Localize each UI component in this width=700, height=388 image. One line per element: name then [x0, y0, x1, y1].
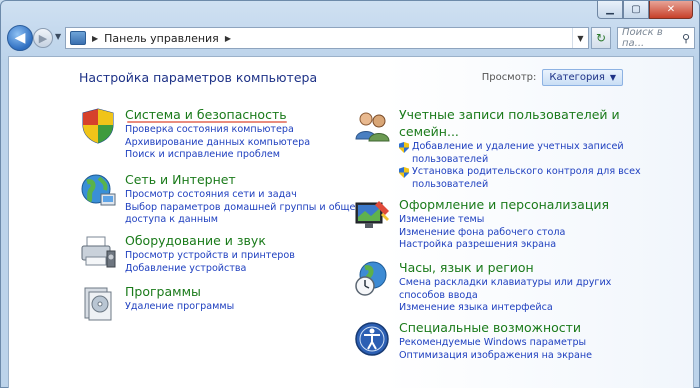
category-clock-language: Часы, язык и регион Смена раскладки клав…	[353, 260, 611, 315]
category-hardware-sound: Оборудование и звук Просмотр устройств и…	[79, 233, 295, 275]
shield-icon[interactable]	[79, 107, 117, 145]
link-parental-control-cont[interactable]: пользователей	[399, 179, 641, 192]
minimize-button[interactable]: ▁	[597, 1, 623, 19]
chevron-right-icon[interactable]: ▶	[225, 34, 231, 43]
category-title[interactable]: Оборудование и звук	[125, 233, 295, 249]
view-dropdown[interactable]: Категория ▼	[542, 69, 623, 86]
category-title-cont[interactable]: семейн...	[399, 124, 641, 140]
link-optimize-display[interactable]: Оптимизация изображения на экране	[399, 350, 592, 363]
link-check-status[interactable]: Проверка состояния компьютера	[125, 124, 310, 137]
chevron-right-icon[interactable]: ▶	[92, 34, 98, 43]
link-add-device[interactable]: Добавление устройства	[125, 263, 295, 276]
search-icon[interactable]: ⚲	[682, 32, 690, 45]
link-screen-resolution[interactable]: Настройка разрешения экрана	[399, 239, 609, 252]
category-title[interactable]: Учетные записи пользователей и	[399, 107, 641, 123]
category-title[interactable]: Специальные возможности	[399, 320, 592, 336]
search-input[interactable]: Поиск в па... ⚲	[617, 27, 695, 49]
uac-shield-icon	[399, 142, 409, 153]
link-add-remove-accounts[interactable]: Добавление и удаление учетных записей	[399, 141, 641, 154]
address-dropdown-button[interactable]: ▼	[572, 28, 588, 48]
link-change-background[interactable]: Изменение фона рабочего стола	[399, 227, 609, 240]
close-button[interactable]: ✕	[649, 1, 693, 19]
printer-icon[interactable]	[79, 233, 117, 271]
users-icon[interactable]	[353, 107, 391, 145]
category-user-accounts: Учетные записи пользователей и семейн...…	[353, 107, 641, 191]
maximize-button[interactable]: ▢	[623, 1, 649, 19]
accessibility-icon[interactable]	[353, 320, 391, 358]
link-backup[interactable]: Архивирование данных компьютера	[125, 137, 310, 150]
category-accessibility: Специальные возможности Рекомендуемые Wi…	[353, 320, 592, 362]
content-pane: Настройка параметров компьютера Просмотр…	[8, 56, 694, 388]
globe-network-icon[interactable]	[79, 172, 117, 210]
link-add-remove-accounts-cont[interactable]: пользователей	[399, 154, 641, 167]
link-troubleshoot[interactable]: Поиск и исправление проблем	[125, 149, 310, 162]
search-placeholder: Поиск в па...	[622, 27, 663, 49]
caption-buttons: ▁ ▢ ✕	[597, 1, 693, 19]
breadcrumb-control-panel[interactable]: Панель управления	[104, 32, 219, 45]
link-parental-control[interactable]: Установка родительского контроля для все…	[399, 166, 641, 179]
view-value: Категория	[549, 72, 605, 83]
recent-pages-dropdown[interactable]: ▼	[55, 32, 61, 41]
category-appearance: Оформление и персонализация Изменение те…	[353, 197, 609, 252]
link-homegroup-cont[interactable]: доступа к данным	[125, 214, 366, 227]
navigation-bar: ◀ ▶ ▼ ▶ Панель управления ▶ ▼ ↻ Поиск в …	[7, 25, 695, 51]
control-panel-window: ▁ ▢ ✕ ◀ ▶ ▼ ▶ Панель управления ▶ ▼ ↻ По…	[0, 0, 700, 388]
link-uninstall[interactable]: Удаление программы	[125, 301, 234, 314]
clock-globe-icon[interactable]	[353, 260, 391, 298]
category-title[interactable]: Программы	[125, 284, 234, 300]
programs-icon[interactable]	[79, 284, 117, 322]
link-network-status[interactable]: Просмотр состояния сети и задач	[125, 189, 366, 202]
address-bar[interactable]: ▶ Панель управления ▶ ▼	[65, 27, 589, 49]
link-change-theme[interactable]: Изменение темы	[399, 214, 609, 227]
category-title[interactable]: Часы, язык и регион	[399, 260, 611, 276]
category-programs: Программы Удаление программы	[79, 284, 234, 322]
view-label: Просмотр:	[481, 72, 537, 83]
link-homegroup[interactable]: Выбор параметров домашней группы и общег…	[125, 202, 366, 215]
control-panel-icon	[70, 31, 86, 45]
link-display-language[interactable]: Изменение языка интерфейса	[399, 302, 611, 315]
category-system-security: Система и безопасность Проверка состояни…	[79, 107, 310, 162]
forward-button[interactable]: ▶	[33, 28, 53, 48]
link-text[interactable]: Добавление и удаление учетных записей	[412, 141, 624, 154]
page-title: Настройка параметров компьютера	[79, 70, 318, 85]
category-title[interactable]: Оформление и персонализация	[399, 197, 609, 213]
category-network: Сеть и Интернет Просмотр состояния сети …	[79, 172, 366, 227]
back-button[interactable]: ◀	[7, 25, 33, 51]
link-keyboard-layout-cont[interactable]: способов ввода	[399, 290, 611, 303]
refresh-button[interactable]: ↻	[591, 27, 611, 49]
link-keyboard-layout[interactable]: Смена раскладки клавиатуры или других	[399, 277, 611, 290]
chevron-down-icon: ▼	[609, 73, 616, 82]
view-selector: Просмотр: Категория ▼	[482, 69, 623, 86]
link-recommended-settings[interactable]: Рекомендуемые Windows параметры	[399, 337, 592, 350]
category-title[interactable]: Сеть и Интернет	[125, 172, 366, 188]
link-text[interactable]: Установка родительского контроля для все…	[412, 166, 641, 179]
hover-underline	[127, 121, 287, 123]
link-devices-printers[interactable]: Просмотр устройств и принтеров	[125, 250, 295, 263]
uac-shield-icon	[399, 167, 409, 178]
monitor-paint-icon[interactable]	[353, 197, 391, 235]
